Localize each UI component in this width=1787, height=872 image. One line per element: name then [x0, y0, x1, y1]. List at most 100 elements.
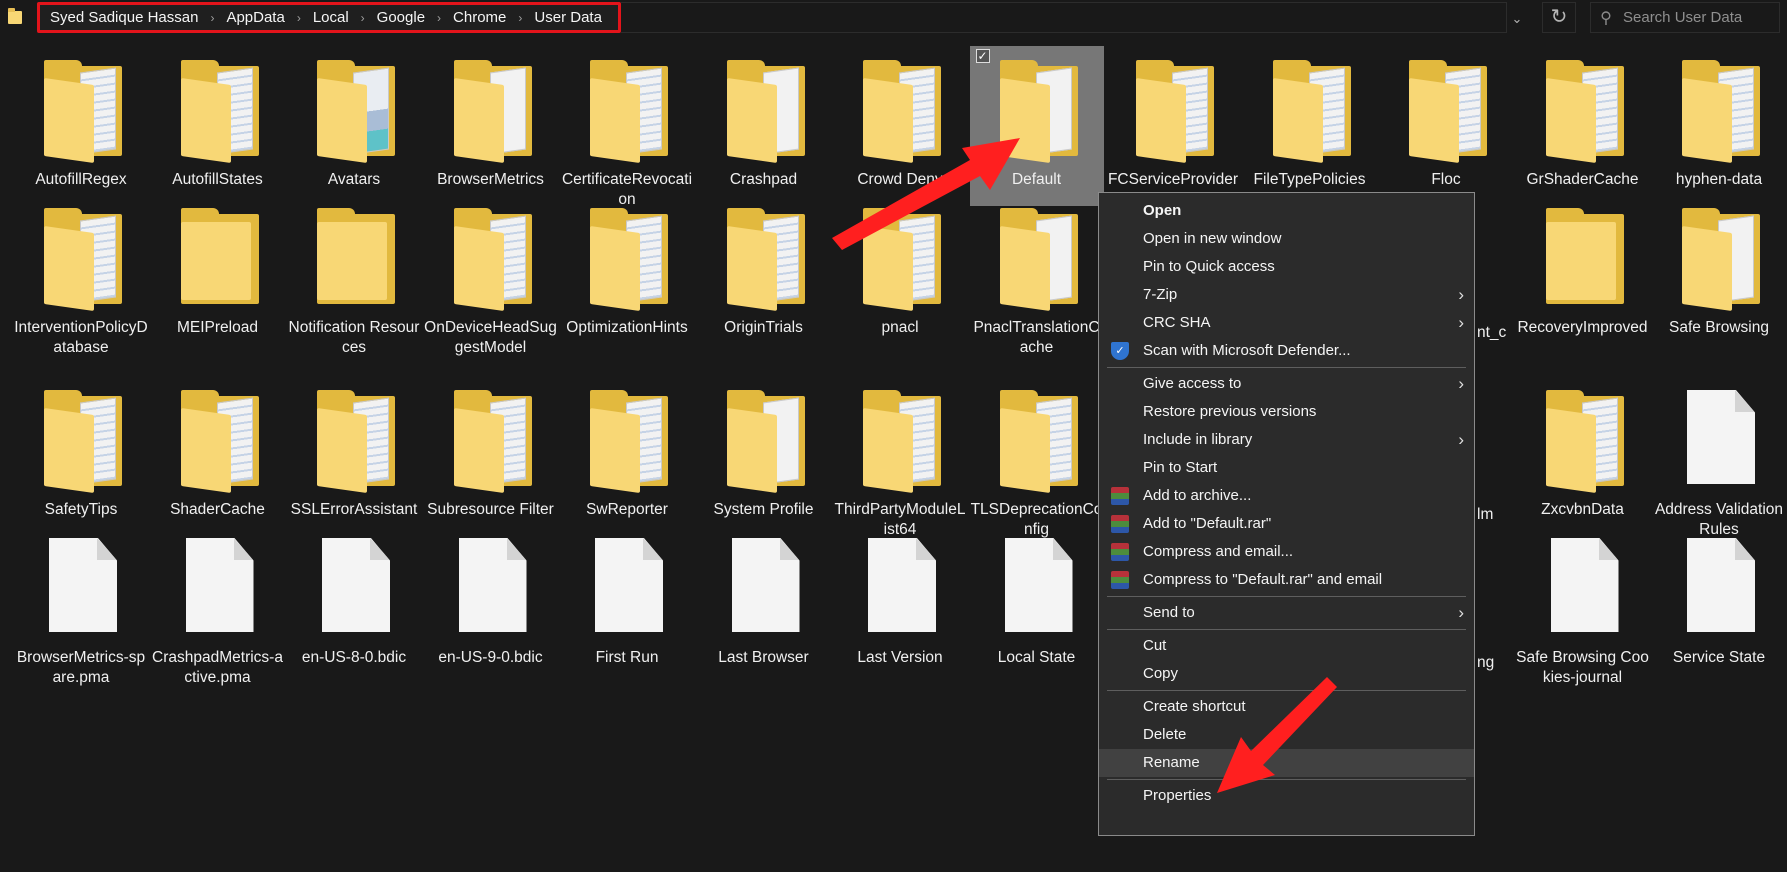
breadcrumb-separator-icon[interactable]: ›: [506, 11, 534, 25]
folder-item[interactable]: TLSDeprecationConfig: [970, 376, 1104, 538]
folder-icon: [590, 60, 668, 164]
file-item[interactable]: Last Browser: [697, 524, 831, 684]
breadcrumb-separator-icon[interactable]: ›: [198, 11, 226, 25]
folder-item[interactable]: SwReporter: [560, 376, 694, 536]
menu-item-scan-with-microsoft-defender[interactable]: ✓ Scan with Microsoft Defender...: [1099, 337, 1474, 365]
folder-item[interactable]: ZxcvbnData: [1516, 376, 1650, 536]
folder-item[interactable]: SafetyTips: [14, 376, 148, 536]
folder-item[interactable]: FileTypePolicies: [1243, 46, 1377, 206]
search-input[interactable]: [1621, 8, 1775, 27]
folder-item[interactable]: MEIPreload: [151, 194, 285, 354]
file-item[interactable]: en-US-9-0.bdic: [424, 524, 558, 684]
winrar-icon: [1111, 487, 1129, 505]
folder-item[interactable]: BrowserMetrics: [424, 46, 558, 206]
file-label: Avatars: [327, 171, 381, 188]
file-label: Safe Browsing Cookies-journal: [1516, 649, 1649, 686]
folder-item[interactable]: Crashpad: [697, 46, 831, 206]
file-label: en-US-9-0.bdic: [438, 649, 543, 666]
file-item[interactable]: Safe Browsing Cookies-journal: [1516, 524, 1650, 686]
menu-item-crc-sha[interactable]: CRC SHA ›: [1099, 309, 1474, 337]
winrar-icon: [1111, 515, 1129, 533]
folder-icon: [1136, 60, 1214, 164]
file-item[interactable]: CrashpadMetrics-active.pma: [151, 524, 285, 686]
folder-icon: [863, 390, 941, 494]
menu-item-label: CRC SHA: [1143, 314, 1211, 331]
folder-item[interactable]: FCServiceProvider: [1106, 46, 1240, 206]
folder-item[interactable]: ShaderCache: [151, 376, 285, 536]
selection-checkbox[interactable]: ✓: [975, 49, 990, 63]
folder-item[interactable]: RecoveryImproved: [1516, 194, 1650, 354]
file-label: OriginTrials: [724, 319, 803, 336]
file-item[interactable]: en-US-8-0.bdic: [287, 524, 421, 684]
folder-item[interactable]: OriginTrials: [697, 194, 831, 354]
breadcrumb-item[interactable]: User Data: [534, 9, 602, 26]
breadcrumb[interactable]: Syed Sadique Hassan › AppData › Local › Google…: [37, 2, 621, 33]
folder-item[interactable]: Floc: [1379, 46, 1513, 206]
menu-item-open-in-new-window[interactable]: Open in new window: [1099, 225, 1474, 253]
menu-item-add-to-archive[interactable]: Add to archive...: [1099, 482, 1474, 510]
file-label: ng: [1477, 654, 1495, 671]
menu-item-restore-previous-versions[interactable]: Restore previous versions: [1099, 398, 1474, 426]
breadcrumb-item[interactable]: Google: [377, 9, 425, 26]
menu-item-label: Restore previous versions: [1143, 403, 1317, 420]
folder-item[interactable]: Avatars: [287, 46, 421, 206]
folder-item[interactable]: AutofillStates: [151, 46, 285, 206]
menu-item-7-zip[interactable]: 7-Zip ›: [1099, 281, 1474, 309]
folder-icon: [317, 208, 395, 304]
file-item[interactable]: Last Version: [833, 524, 967, 684]
menu-item-pin-to-start[interactable]: Pin to Start: [1099, 454, 1474, 482]
breadcrumb-item[interactable]: Syed Sadique Hassan: [50, 9, 198, 26]
menu-item-give-access-to[interactable]: Give access to ›: [1099, 370, 1474, 398]
menu-item-cut[interactable]: Cut: [1099, 632, 1474, 660]
folder-item[interactable]: SSLErrorAssistant: [287, 376, 421, 536]
folder-item[interactable]: ThirdPartyModuleList64: [833, 376, 967, 538]
menu-item-label: Compress to "Default.rar" and email: [1143, 571, 1383, 588]
breadcrumb-separator-icon[interactable]: ›: [425, 11, 453, 25]
file-icon: [868, 538, 936, 632]
breadcrumb-separator-icon[interactable]: ›: [349, 11, 377, 25]
folder-item[interactable]: Safe Browsing: [1652, 194, 1786, 354]
folder-item[interactable]: Subresource Filter: [424, 376, 558, 536]
folder-item[interactable]: InterventionPolicyDatabase: [14, 194, 148, 356]
menu-item-send-to[interactable]: Send to ›: [1099, 599, 1474, 627]
file-item[interactable]: Local State: [970, 524, 1104, 684]
file-label: en-US-8-0.bdic: [301, 649, 407, 666]
breadcrumb-separator-icon[interactable]: ›: [285, 11, 313, 25]
menu-item-compress-and-email[interactable]: Compress and email...: [1099, 538, 1474, 566]
breadcrumb-item[interactable]: Local: [313, 9, 349, 26]
file-label: CrashpadMetrics-active.pma: [152, 649, 283, 686]
file-label: lm: [1477, 506, 1494, 523]
folder-item[interactable]: CertificateRevocation: [560, 46, 694, 208]
chevron-down-icon[interactable]: ⌄: [1505, 8, 1529, 30]
folder-item[interactable]: GrShaderCache: [1516, 46, 1650, 206]
chevron-right-icon: ›: [1458, 313, 1464, 332]
refresh-icon[interactable]: ↻: [1542, 2, 1576, 33]
folder-item[interactable]: Notification Resources: [287, 194, 421, 356]
file-label: Last Browser: [718, 649, 809, 666]
file-icon: [322, 538, 390, 632]
breadcrumb-item[interactable]: Chrome: [453, 9, 506, 26]
file-item[interactable]: Address Validation Rules: [1652, 376, 1786, 538]
file-item[interactable]: Service State: [1652, 524, 1786, 684]
folder-item[interactable]: OnDeviceHeadSuggestModel: [424, 194, 558, 356]
folder-item[interactable]: AutofillRegex: [14, 46, 148, 206]
address-field[interactable]: [621, 2, 1507, 33]
file-item[interactable]: First Run: [560, 524, 694, 684]
menu-item-add-to-default-rar[interactable]: Add to "Default.rar": [1099, 510, 1474, 538]
folder-item[interactable]: hyphen-data: [1652, 46, 1786, 206]
folder-icon: [453, 60, 532, 164]
folder-item[interactable]: OptimizationHints: [560, 194, 694, 354]
folder-icon: [1545, 390, 1624, 494]
menu-item-include-in-library[interactable]: Include in library ›: [1099, 426, 1474, 454]
menu-item-label: Scan with Microsoft Defender...: [1143, 342, 1351, 359]
folder-icon: [1409, 60, 1487, 164]
menu-item-pin-to-quick-access[interactable]: Pin to Quick access: [1099, 253, 1474, 281]
file-label: FileTypePolicies: [1253, 171, 1366, 188]
file-item[interactable]: BrowserMetrics-spare.pma: [14, 524, 148, 686]
menu-item-compress-to-default-rar-and-email[interactable]: Compress to "Default.rar" and email: [1099, 566, 1474, 594]
search-box[interactable]: ⚲: [1590, 2, 1780, 33]
folder-item[interactable]: System Profile: [697, 376, 831, 536]
menu-item-open[interactable]: Open: [1099, 197, 1474, 225]
breadcrumb-item[interactable]: AppData: [226, 9, 284, 26]
winrar-icon: [1111, 543, 1129, 561]
